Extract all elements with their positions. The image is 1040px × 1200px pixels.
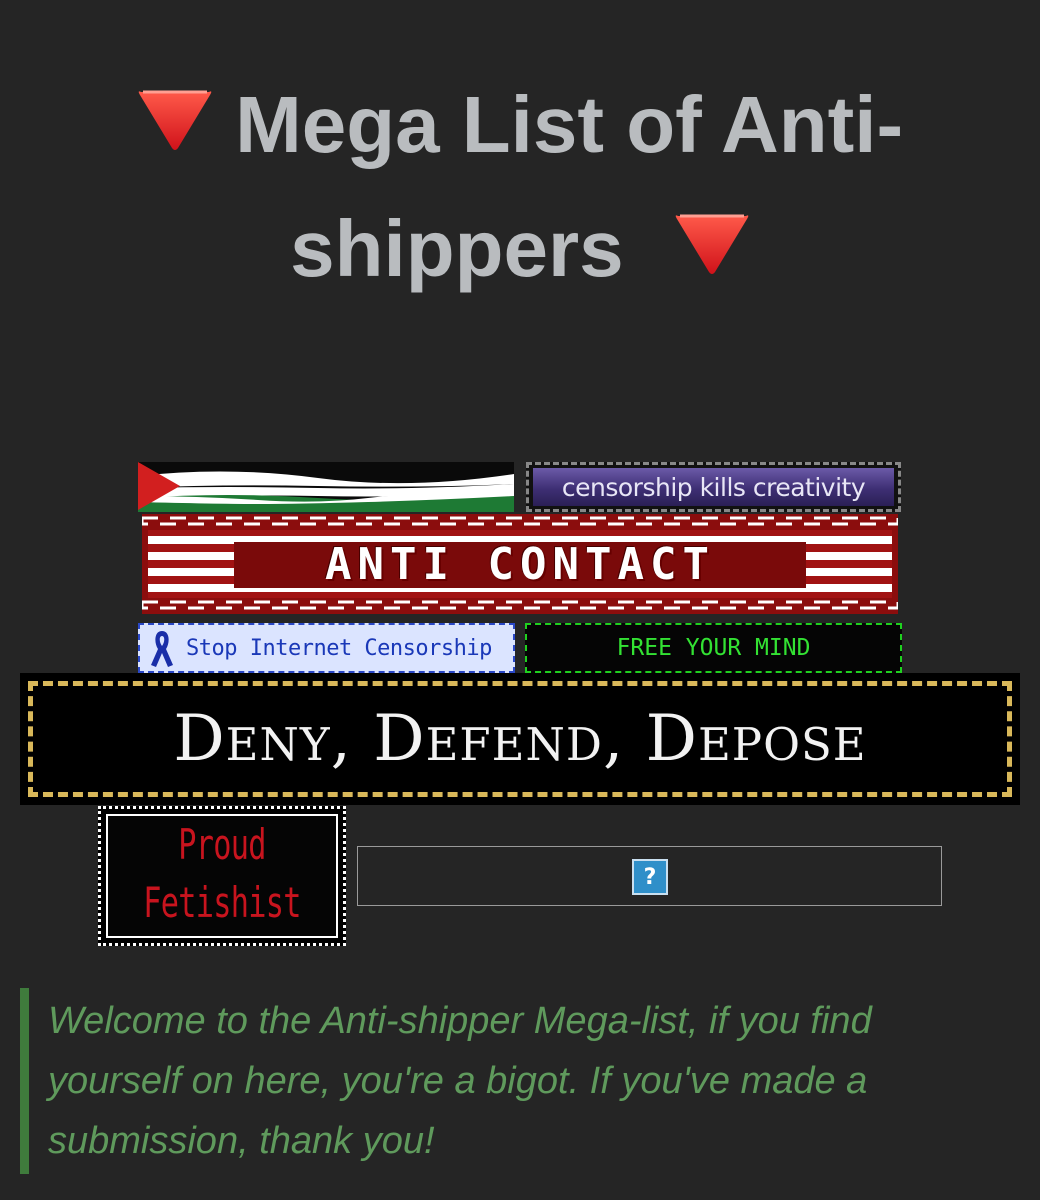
censorship-banner-text: censorship kills creativity (561, 472, 866, 502)
page-title: Mega List of Anti- shippers (0, 66, 1040, 314)
censorship-banner-inner: censorship kills creativity (533, 468, 894, 506)
stop-censorship-text: Stop Internet Censorship (186, 635, 492, 661)
anti-contact-banner[interactable]: ANTI CONTACT (142, 514, 898, 614)
red-triangle-down-icon (137, 66, 213, 184)
welcome-text: Welcome to the Anti-shipper Mega-list, i… (48, 1000, 872, 1162)
anti-contact-text: ANTI CONTACT (325, 538, 715, 590)
censorship-kills-creativity-banner[interactable]: censorship kills creativity (526, 462, 901, 512)
title-line1-text: Mega List of Anti- (235, 80, 904, 169)
broken-image-icon: ? (632, 859, 668, 895)
stamp-line-1: Proud (178, 820, 266, 869)
deny-defend-depose-banner[interactable]: Deny, Defend, Depose (20, 673, 1020, 805)
title-line-1: Mega List of Anti- (0, 66, 1040, 190)
title-line2-text: shippers (290, 203, 624, 293)
welcome-blockquote: Welcome to the Anti-shipper Mega-list, i… (20, 988, 1000, 1174)
palestine-flag-banner[interactable] (138, 462, 514, 512)
deny-defend-depose-text: Deny, Defend, Depose (173, 702, 867, 776)
broken-image-placeholder[interactable]: ? (357, 846, 942, 906)
stamp-inner: Proud Fetishist (106, 814, 338, 938)
title-line-2: shippers (0, 190, 1040, 314)
palestine-flag-icon (138, 462, 514, 512)
red-triangle-down-icon (674, 190, 750, 308)
page: Mega List of Anti- shippers censorship k… (0, 0, 1040, 1200)
proud-fetishist-stamp[interactable]: Proud Fetishist (98, 806, 346, 946)
blue-ribbon-icon (148, 629, 176, 671)
free-your-mind-text: FREE YOUR MIND (616, 635, 811, 661)
stop-internet-censorship-banner[interactable]: Stop Internet Censorship (138, 623, 515, 673)
free-your-mind-banner[interactable]: FREE YOUR MIND (525, 623, 902, 673)
stamp-line-2: Fetishist (143, 878, 301, 927)
